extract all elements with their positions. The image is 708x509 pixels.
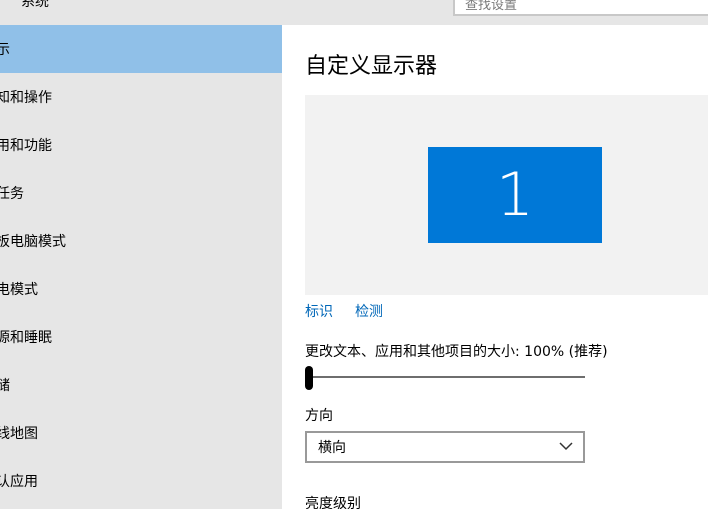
sidebar-item-storage[interactable]: 储 [0, 361, 282, 409]
sidebar-item-display[interactable]: 示 [0, 25, 282, 73]
sidebar-item-battery-saver[interactable]: 电模式 [0, 265, 282, 313]
main-content: 自定义显示器 1 标识 检测 更改文本、应用和其他项目的大小: 100% (推荐… [282, 25, 708, 509]
sidebar-item-label: 任务 [0, 186, 24, 202]
sidebar-item-apps[interactable]: 用和功能 [0, 121, 282, 169]
scale-label: 更改文本、应用和其他项目的大小: 100% (推荐) [305, 344, 608, 360]
slider-track [305, 376, 585, 378]
identify-link[interactable]: 标识 [305, 301, 333, 321]
search-box[interactable] [453, 0, 708, 16]
sidebar-item-default-apps[interactable]: 认应用 [0, 457, 282, 505]
sidebar-item-label: 源和睡眠 [0, 330, 52, 346]
sidebar-item-label: 线地图 [0, 426, 38, 442]
sidebar-item-tablet-mode[interactable]: 板电脑模式 [0, 217, 282, 265]
search-input[interactable] [455, 0, 708, 16]
slider-thumb[interactable] [305, 366, 313, 390]
detect-link[interactable]: 检测 [355, 301, 383, 321]
sidebar-item-label: 电模式 [0, 282, 38, 298]
orientation-label: 方向 [305, 408, 333, 424]
sidebar-item-label: 示 [0, 42, 10, 58]
chevron-down-icon [559, 442, 573, 451]
sidebar-item-notifications[interactable]: 知和操作 [0, 73, 282, 121]
page-title: 自定义显示器 [305, 54, 438, 79]
sidebar-item-label: 用和功能 [0, 138, 52, 154]
settings-window: 系统 示 知和操作 用和功能 任务 板电脑模式 电模式 源和睡眠 储 线地 [0, 0, 708, 509]
orientation-selected-value: 横向 [318, 440, 346, 456]
sidebar-item-label: 认应用 [0, 474, 38, 490]
app-title: 系统 [21, 0, 49, 10]
sidebar-item-label: 储 [0, 378, 10, 394]
orientation-dropdown[interactable]: 横向 [305, 431, 585, 463]
sidebar-item-multitasking[interactable]: 任务 [0, 169, 282, 217]
scale-slider[interactable] [305, 364, 585, 390]
sidebar: 示 知和操作 用和功能 任务 板电脑模式 电模式 源和睡眠 储 线地图 认应用 [0, 25, 282, 509]
monitor-tile[interactable]: 1 [428, 147, 602, 243]
sidebar-item-offline-maps[interactable]: 线地图 [0, 409, 282, 457]
sidebar-item-power-sleep[interactable]: 源和睡眠 [0, 313, 282, 361]
brightness-label: 亮度级别 [305, 496, 361, 509]
sidebar-item-label: 板电脑模式 [0, 234, 66, 250]
title-bar: 系统 [0, 0, 708, 25]
display-arrangement-area: 1 [305, 95, 708, 295]
sidebar-item-label: 知和操作 [0, 90, 52, 106]
